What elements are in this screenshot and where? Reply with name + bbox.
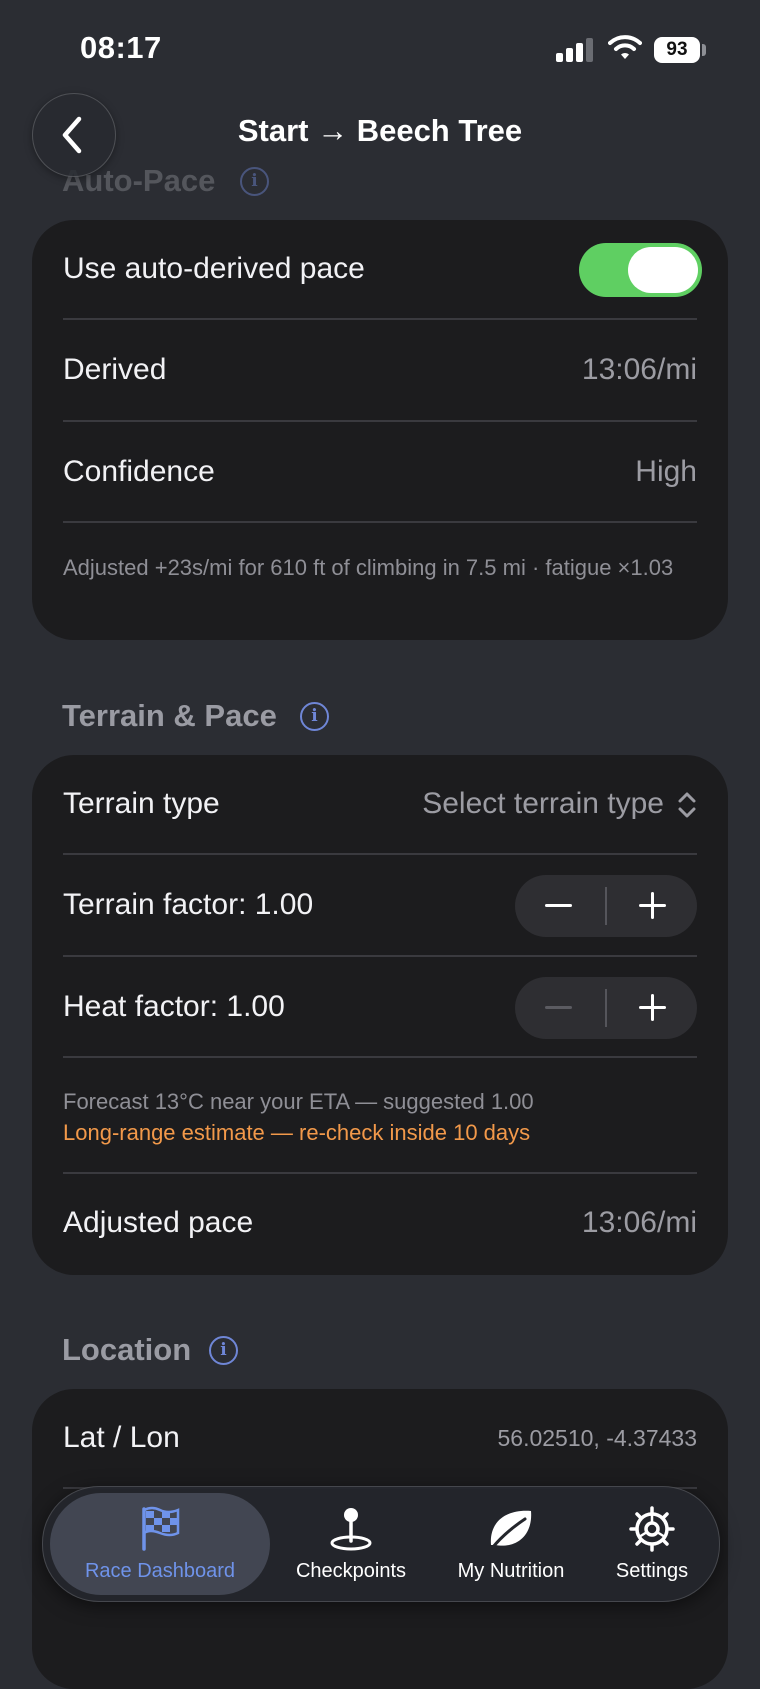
back-button[interactable] — [32, 93, 116, 177]
adjusted-pace-value: 13:06/mi — [581, 1206, 697, 1239]
adjusted-pace-label: Adjusted pace — [63, 1206, 254, 1239]
heat-factor-stepper — [515, 977, 697, 1039]
auto-pace-note: Adjusted +23s/mi for 610 ft of climbing … — [63, 555, 674, 580]
divider — [63, 955, 697, 957]
gear-icon — [629, 1506, 675, 1552]
wifi-icon — [608, 34, 642, 65]
terrain-factor-label: Terrain factor: 1.00 — [63, 888, 314, 921]
divider — [63, 521, 697, 523]
checkered-flag-icon — [142, 1506, 180, 1551]
chevron-left-icon — [62, 116, 82, 154]
terrain-type-label: Terrain type — [63, 787, 220, 820]
derived-value: 13:06/mi — [581, 353, 697, 386]
leaf-icon — [490, 1510, 532, 1549]
divider — [63, 1056, 697, 1058]
tab-label: Settings — [615, 1560, 689, 1582]
divider — [63, 853, 697, 855]
map-pin-icon — [330, 1508, 372, 1551]
info-icon[interactable]: i — [209, 1336, 238, 1365]
battery-level: 93 — [654, 37, 700, 63]
info-icon[interactable]: i — [240, 167, 269, 196]
section-title-location: Location — [62, 1332, 192, 1367]
section-title-terrain-pace: Terrain & Pace — [62, 698, 277, 733]
page-title: Start → Beech Tree — [237, 113, 523, 148]
status-time: 08:17 — [80, 30, 162, 65]
terrain-pace-card: Terrain type Select terrain type Terrain… — [32, 755, 728, 1275]
scrolled-header-ghost — [62, 40, 71, 76]
derived-label: Derived — [63, 353, 167, 386]
tab-my-nutrition[interactable]: My Nutrition — [431, 1493, 591, 1595]
battery-cap-icon — [702, 44, 706, 56]
info-icon[interactable]: i — [300, 702, 329, 731]
divider — [63, 420, 697, 422]
forecast-note: Forecast 13°C near your ETA — suggested … — [63, 1089, 534, 1114]
chevron-up-down-icon — [678, 792, 696, 818]
divider — [63, 1172, 697, 1174]
tab-checkpoints[interactable]: Checkpoints — [271, 1493, 431, 1595]
tab-label: Race Dashboard — [84, 1560, 236, 1582]
heat-factor-label: Heat factor: 1.00 — [63, 990, 285, 1023]
confidence-value: High — [635, 455, 697, 488]
latlon-value: 56.02510, -4.37433 — [497, 1425, 697, 1451]
tab-settings[interactable]: Settings — [591, 1493, 713, 1595]
cellular-signal-icon — [556, 38, 594, 62]
latlon-label: Lat / Lon — [63, 1421, 180, 1454]
terrain-factor-stepper — [515, 875, 697, 937]
use-auto-pace-label: Use auto-derived pace — [63, 252, 365, 285]
tab-bar: Race Dashboard Checkpoints My Nutrition … — [42, 1486, 720, 1602]
terrain-type-select[interactable]: Select terrain type — [422, 787, 664, 821]
tab-label: My Nutrition — [457, 1560, 565, 1582]
confidence-label: Confidence — [63, 455, 215, 488]
decrement-button[interactable] — [545, 1006, 572, 1009]
tab-label: Checkpoints — [295, 1560, 407, 1582]
forecast-warning: Long-range estimate — re-check inside 10… — [63, 1120, 531, 1145]
use-auto-pace-toggle[interactable] — [579, 243, 702, 297]
decrement-button[interactable] — [545, 904, 572, 907]
divider — [63, 318, 697, 320]
tab-race-dashboard[interactable]: Race Dashboard — [50, 1493, 270, 1595]
auto-pace-card: Use auto-derived pace Derived 13:06/mi C… — [32, 220, 728, 640]
